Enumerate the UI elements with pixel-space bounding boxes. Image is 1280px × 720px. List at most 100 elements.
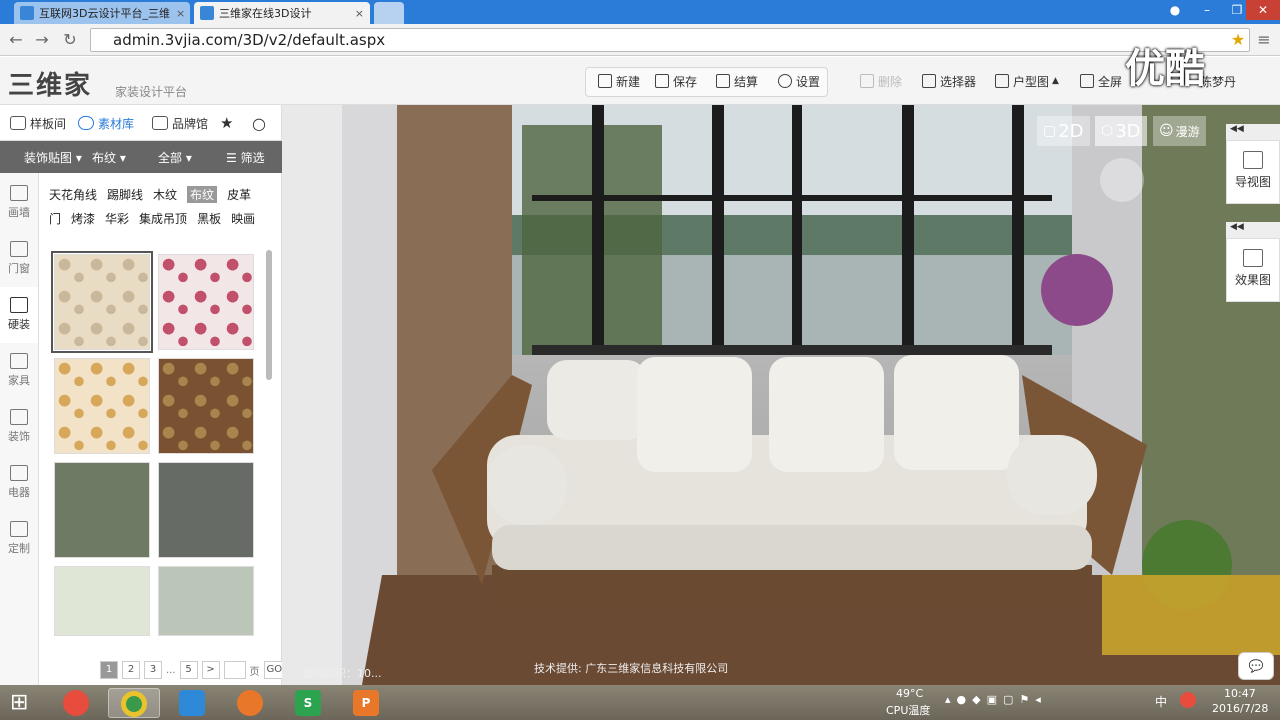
tag-huacai[interactable]: 华彩	[105, 210, 129, 227]
material-thumb[interactable]	[158, 566, 254, 636]
taskbar-app-slides[interactable]: P	[340, 688, 392, 718]
material-thumb[interactable]	[158, 254, 254, 350]
3d-viewport[interactable]	[282, 105, 1280, 685]
tag-lacquer[interactable]: 烤漆	[71, 210, 95, 227]
taskbar-app-player[interactable]	[166, 688, 218, 718]
tag-blackboard[interactable]: 黑板	[197, 210, 221, 227]
material-thumb[interactable]	[158, 358, 254, 454]
side-cat-furniture[interactable]: 家具	[0, 343, 38, 399]
favorites-star-icon[interactable]: ★	[220, 113, 233, 133]
tray-icons[interactable]: ▴●◆▣▢⚑◂	[945, 693, 1047, 706]
browser-tab-1[interactable]: 互联网3D云设计平台_三维 ×	[14, 2, 190, 24]
tab-label: 品牌馆	[172, 116, 209, 131]
view-2d-button[interactable]: ▢ 2D	[1037, 116, 1090, 146]
clock-date[interactable]: 2016/7/28	[1212, 702, 1268, 715]
page-5[interactable]: 5	[179, 661, 198, 679]
close-icon[interactable]: ×	[349, 7, 364, 20]
tag-crown-molding[interactable]: 天花角线	[49, 186, 97, 203]
taskbar-app-photos[interactable]	[50, 688, 102, 718]
new-tab-button[interactable]	[374, 2, 404, 24]
browser-tab-2[interactable]: 三维家在线3D设计 ×	[194, 2, 370, 24]
fullscreen-button[interactable]: 全屏	[1080, 69, 1122, 93]
hanging-flowers	[1041, 254, 1113, 326]
forward-icon[interactable]: →	[32, 30, 52, 50]
floorplan-dropdown[interactable]: 户型图 ▲	[995, 69, 1059, 93]
side-cat-decor[interactable]: 装饰	[0, 399, 38, 455]
file-icon	[598, 74, 612, 88]
tag-woodgrain[interactable]: 木纹	[153, 186, 177, 203]
camera-icon	[1243, 249, 1263, 267]
tab-samples[interactable]: 样板间	[10, 113, 66, 133]
user-menu[interactable]: 陈梦丹	[1200, 69, 1236, 93]
side-cat-doors[interactable]: 门窗	[0, 231, 38, 287]
material-thumb[interactable]	[54, 566, 150, 636]
clock-time[interactable]: 10:47	[1224, 687, 1256, 700]
filter-button[interactable]: ☰ 筛选	[226, 149, 265, 166]
page-1[interactable]: 1	[100, 661, 118, 679]
side-cat-wall[interactable]: 画墙	[0, 175, 38, 231]
close-window-icon[interactable]: ✕	[1246, 0, 1280, 20]
tag-leather[interactable]: 皮革	[227, 186, 251, 203]
material-thumb[interactable]	[54, 358, 150, 454]
material-thumb[interactable]	[54, 462, 150, 558]
page-input[interactable]	[223, 661, 246, 679]
menu-icon[interactable]: ≡	[1254, 30, 1274, 50]
all-dropdown[interactable]: 全部 ▾	[158, 149, 192, 166]
reload-icon[interactable]: ↻	[60, 30, 80, 50]
player-icon	[179, 690, 205, 716]
url-input[interactable]: admin.3vjia.com/3D/v2/default.aspx	[90, 28, 1250, 52]
side-cat-hardfit[interactable]: 硬装	[0, 287, 38, 343]
material-thumb[interactable]	[158, 462, 254, 558]
view-3d-button[interactable]: ⬡ 3D	[1095, 116, 1147, 146]
close-icon[interactable]: ×	[170, 7, 185, 20]
security-icon[interactable]	[1180, 692, 1196, 708]
checkout-button[interactable]: 结算	[716, 69, 758, 93]
back-icon[interactable]: ←	[6, 30, 26, 50]
category-dropdown[interactable]: 装饰贴图 ▾	[24, 149, 82, 166]
type-dropdown[interactable]: 布纹 ▾	[92, 149, 126, 166]
taskbar-app-chrome[interactable]	[108, 688, 160, 718]
search-icon[interactable]: ○	[252, 113, 266, 133]
tag-row-1: 天花角线 踢脚线 木纹 布纹 皮革	[49, 186, 251, 203]
collapse-render-icon[interactable]: ◀◀	[1226, 222, 1280, 238]
tag-baseboard[interactable]: 踢脚线	[107, 186, 143, 203]
type-label: 布纹	[92, 151, 117, 165]
next-page-button[interactable]: >	[201, 661, 220, 679]
page-ellipsis: ...	[166, 664, 176, 676]
walkthrough-label: 漫游	[1175, 124, 1200, 139]
tag-ceiling[interactable]: 集成吊顶	[139, 210, 187, 227]
windows-start-icon[interactable]: ⊞	[10, 690, 36, 716]
chat-icon[interactable]: 💬	[1238, 652, 1274, 680]
tab-materials[interactable]: 素材库	[78, 113, 134, 133]
pillow	[637, 357, 752, 472]
side-cat-appliance[interactable]: 电器	[0, 455, 38, 511]
tag-door[interactable]: 门	[49, 210, 61, 227]
window-frame	[712, 105, 724, 355]
delete-button[interactable]: 删除	[860, 69, 902, 93]
walkthrough-button[interactable]: ☺ 漫游	[1153, 116, 1206, 146]
ime-indicator[interactable]: 中	[1155, 693, 1167, 710]
scrollbar[interactable]	[266, 250, 272, 380]
profile-icon[interactable]: ●	[1160, 0, 1190, 20]
collapse-nav-icon[interactable]: ◀◀	[1226, 124, 1280, 140]
render-button[interactable]: 效果图	[1226, 238, 1280, 302]
minimize-icon[interactable]: –	[1192, 0, 1222, 20]
pencil-icon	[10, 185, 28, 201]
page-3[interactable]: 3	[144, 661, 162, 679]
selector-label: 选择器	[940, 74, 977, 89]
settings-button[interactable]: 设置	[778, 69, 820, 93]
save-button[interactable]: 保存	[655, 69, 697, 93]
tag-fabric[interactable]: 布纹	[187, 186, 218, 203]
taskbar-app-sheets[interactable]: S	[282, 688, 334, 718]
side-cat-custom[interactable]: 定制	[0, 511, 38, 567]
page-2[interactable]: 2	[122, 661, 140, 679]
selector-button[interactable]: 选择器	[922, 69, 976, 93]
nav-map-button[interactable]: 导视图	[1226, 140, 1280, 204]
tag-mural[interactable]: 映画	[231, 210, 255, 227]
taskbar-app-firefox[interactable]	[224, 688, 276, 718]
new-button[interactable]: 新建	[598, 69, 640, 93]
material-thumb[interactable]	[51, 251, 153, 353]
bookmark-star-icon[interactable]: ★	[1228, 30, 1248, 50]
tab-brands[interactable]: 品牌馆	[152, 113, 208, 133]
firefox-icon	[237, 690, 263, 716]
